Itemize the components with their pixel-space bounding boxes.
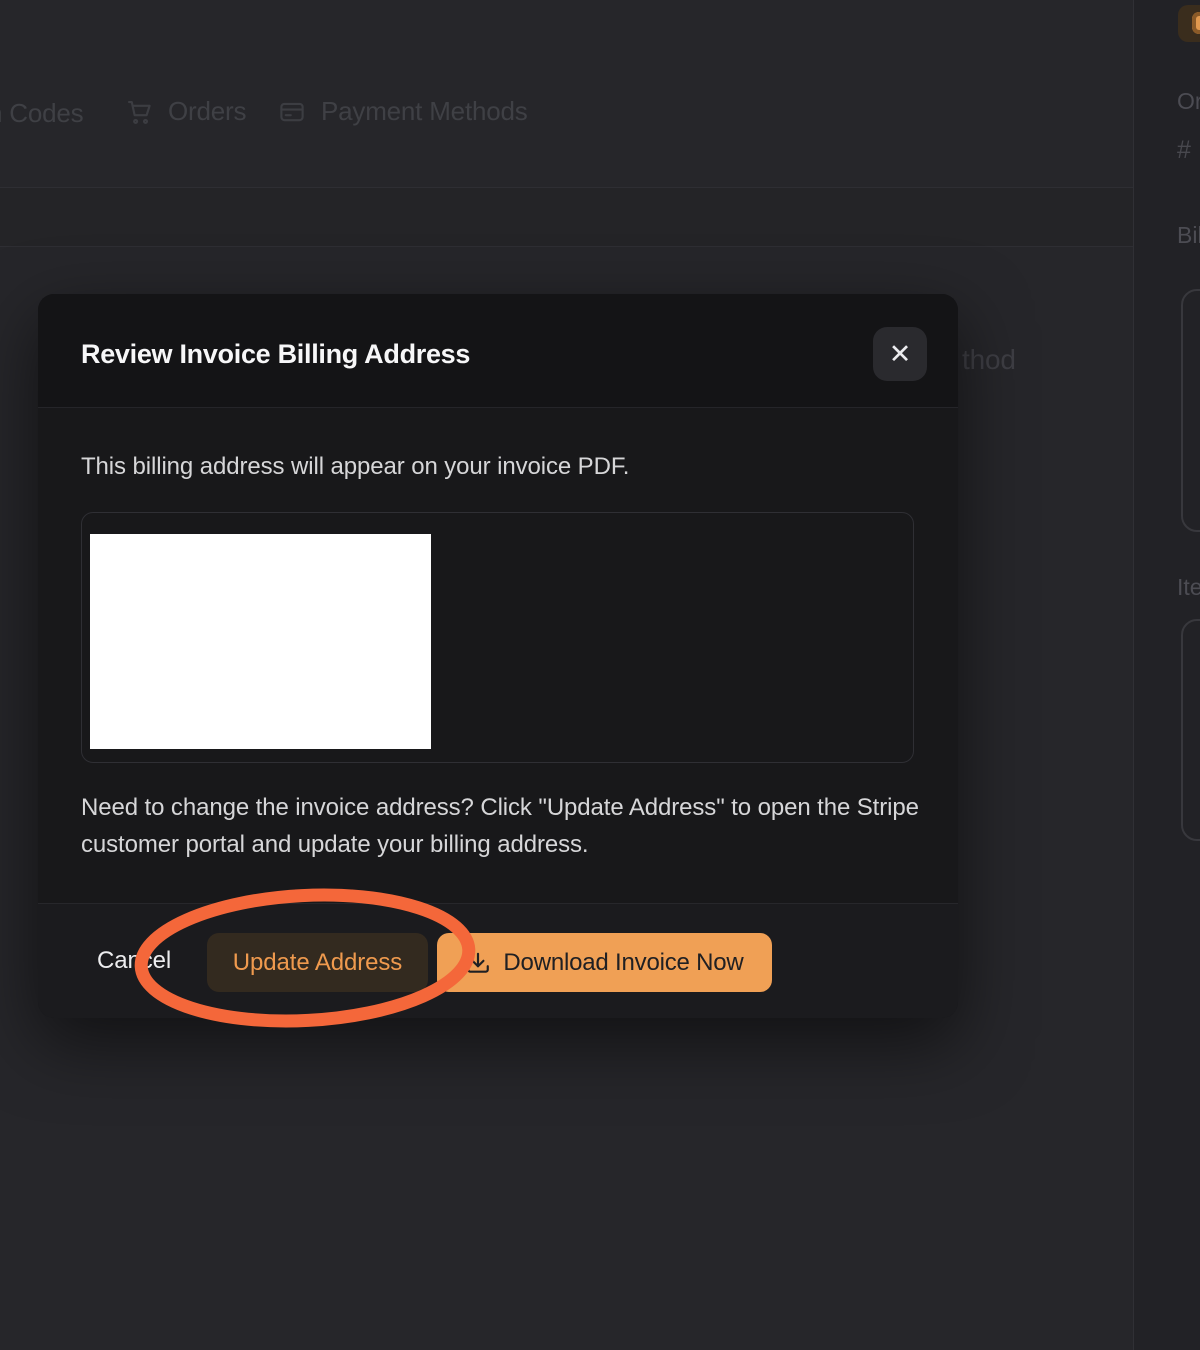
download-invoice-now-button[interactable]: Download Invoice Now xyxy=(437,933,772,992)
dialog-footer: Cancel Update Address Download Invoice N… xyxy=(38,903,958,1018)
badge-icon xyxy=(1192,12,1200,34)
close-icon: ✕ xyxy=(889,341,912,368)
background-tab-bar: n Codes Orders Payment Methods xyxy=(0,88,1133,144)
background-subheader-strip xyxy=(0,188,1133,246)
order-number: # xyxy=(1177,136,1191,165)
status-badge xyxy=(1178,5,1200,42)
credit-card-icon xyxy=(277,97,307,127)
divider xyxy=(0,187,1133,188)
tab-coupon-codes-label: n Codes xyxy=(0,98,83,129)
background-partial-heading: thod xyxy=(962,344,1016,376)
download-invoice-now-label: Download Invoice Now xyxy=(503,949,743,977)
billing-card xyxy=(1181,289,1200,532)
items-card xyxy=(1181,619,1200,841)
order-heading: Or xyxy=(1177,88,1200,115)
billing-section-label: Bil xyxy=(1177,222,1200,249)
tab-orders[interactable]: Orders xyxy=(124,96,246,127)
order-detail-side-panel: Or # Bil Ite xyxy=(1133,0,1200,1350)
dialog-title: Review Invoice Billing Address xyxy=(81,339,470,370)
divider xyxy=(0,246,1133,247)
review-invoice-billing-address-dialog: Review Invoice Billing Address ✕ This bi… xyxy=(38,294,958,1018)
tab-payment-methods[interactable]: Payment Methods xyxy=(277,96,528,127)
redacted-address-block xyxy=(90,534,431,749)
close-button[interactable]: ✕ xyxy=(873,327,927,381)
dialog-intro-text: This billing address will appear on your… xyxy=(81,453,629,481)
page: n Codes Orders Payment Methods thod O xyxy=(0,0,1200,1350)
cancel-button-label: Cancel xyxy=(97,947,171,975)
cart-icon xyxy=(124,97,154,127)
dialog-note-text: Need to change the invoice address? Clic… xyxy=(81,790,949,863)
tab-coupon-codes[interactable]: n Codes xyxy=(0,98,83,129)
tab-payment-methods-label: Payment Methods xyxy=(321,96,528,127)
dialog-header: Review Invoice Billing Address ✕ xyxy=(38,294,958,408)
cancel-button[interactable]: Cancel xyxy=(81,931,187,991)
items-section-label: Ite xyxy=(1177,574,1200,601)
update-address-button-label: Update Address xyxy=(233,949,402,977)
tab-orders-label: Orders xyxy=(168,96,246,127)
update-address-button[interactable]: Update Address xyxy=(207,933,428,992)
download-icon xyxy=(465,950,491,976)
